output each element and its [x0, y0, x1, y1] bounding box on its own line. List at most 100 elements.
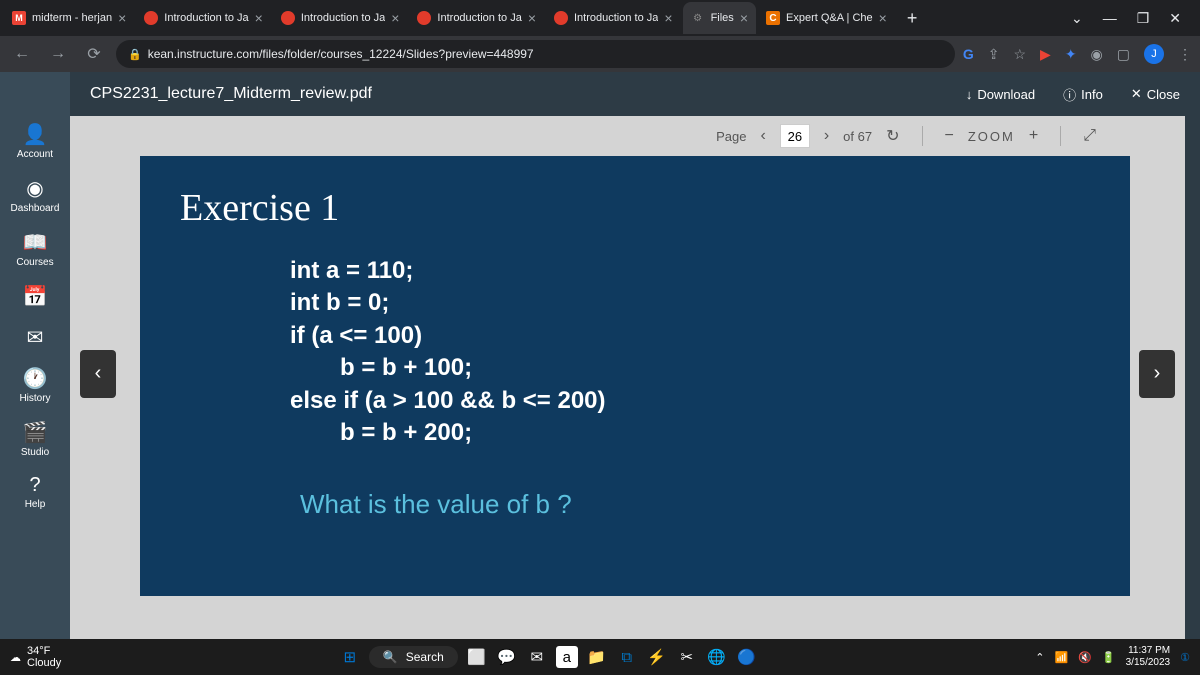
- next-slide-arrow[interactable]: ›: [1139, 350, 1175, 398]
- reload-button[interactable]: ⟳: [80, 44, 108, 64]
- share-icon[interactable]: ⇪: [988, 46, 1000, 63]
- tab-files-active[interactable]: ⚙ Files ×: [683, 2, 756, 34]
- help-icon: ?: [29, 474, 40, 497]
- rotate-button[interactable]: ↻: [882, 126, 903, 146]
- winamp-icon[interactable]: ⚡: [646, 646, 668, 668]
- prev-page-button[interactable]: ‹: [757, 127, 770, 145]
- sidebar-item-inbox[interactable]: ✉: [0, 317, 70, 358]
- zoom-in-button[interactable]: +: [1025, 127, 1042, 145]
- document-viewer: CPS2231_lecture7_Midterm_review.pdf ↓ Do…: [70, 72, 1200, 675]
- sidebar-label: Help: [25, 499, 46, 510]
- window-controls: ⌄ — ❐ ✕: [1056, 10, 1196, 27]
- next-page-button[interactable]: ›: [820, 127, 833, 145]
- system-tray: ⌃ 📶 🔇 🔋 11:37 PM 3/15/2023 ①: [1035, 645, 1190, 669]
- snip-icon[interactable]: ✂: [676, 646, 698, 668]
- close-icon[interactable]: ×: [528, 10, 536, 26]
- profile-avatar[interactable]: J: [1144, 44, 1164, 64]
- tab-gmail[interactable]: M midterm - herjan ×: [4, 2, 134, 34]
- close-icon[interactable]: ×: [664, 10, 672, 26]
- prev-slide-arrow[interactable]: ‹: [80, 350, 116, 398]
- close-icon[interactable]: ×: [391, 10, 399, 26]
- tab-chegg[interactable]: C Expert Q&A | Che ×: [758, 2, 895, 34]
- download-button[interactable]: ↓ Download: [966, 87, 1035, 102]
- canvas-icon: [144, 11, 158, 25]
- page-number-input[interactable]: [780, 124, 810, 148]
- close-icon[interactable]: ×: [740, 10, 748, 26]
- edge-icon[interactable]: 🌐: [706, 646, 728, 668]
- explorer-icon[interactable]: 📁: [586, 646, 608, 668]
- start-button[interactable]: ⊞: [339, 646, 361, 668]
- vscode-icon[interactable]: ⧉: [616, 646, 638, 668]
- tab-canvas-1[interactable]: Introduction to Ja ×: [136, 2, 271, 34]
- search-icon: 🔍: [383, 650, 398, 664]
- sidebar-item-calendar[interactable]: 📅: [0, 276, 70, 317]
- url-input[interactable]: 🔒 kean.instructure.com/files/folder/cour…: [116, 40, 955, 68]
- studio-icon: 🎬: [23, 420, 48, 445]
- maximize-icon[interactable]: ❐: [1137, 10, 1150, 27]
- code-line: if (a <= 100): [290, 320, 1090, 352]
- calendar-icon: 📅: [23, 284, 48, 309]
- zoom-label: ZOOM: [968, 129, 1015, 144]
- page-label: Page: [716, 129, 746, 144]
- close-icon[interactable]: ×: [879, 10, 887, 26]
- url-text: kean.instructure.com/files/folder/course…: [148, 47, 534, 61]
- tab-title: midterm - herjan: [32, 12, 112, 24]
- sidebar-item-account[interactable]: 👤 Account: [0, 114, 70, 168]
- address-bar: ← → ⟳ 🔒 kean.instructure.com/files/folde…: [0, 36, 1200, 72]
- slide-question: What is the value of b ?: [300, 489, 1090, 520]
- chrome-icon[interactable]: 🔵: [736, 646, 758, 668]
- relaunch-icon[interactable]: ◉: [1091, 46, 1103, 63]
- task-view-icon[interactable]: ⬜: [466, 646, 488, 668]
- sidebar-item-studio[interactable]: 🎬 Studio: [0, 412, 70, 466]
- date: 3/15/2023: [1126, 657, 1171, 669]
- fullscreen-button[interactable]: ⤢: [1079, 127, 1100, 145]
- reading-list-icon[interactable]: ▢: [1117, 46, 1130, 63]
- sidebar-item-history[interactable]: 🕐 History: [0, 358, 70, 412]
- volume-icon[interactable]: 🔇: [1078, 651, 1092, 664]
- canvas-sidebar: 👤 Account ◉ Dashboard 📖 Courses 📅 ✉ 🕐 Hi…: [0, 72, 70, 675]
- sidebar-label: Courses: [16, 257, 53, 268]
- page-content: 👤 Account ◉ Dashboard 📖 Courses 📅 ✉ 🕐 Hi…: [0, 72, 1200, 675]
- sidebar-item-courses[interactable]: 📖 Courses: [0, 222, 70, 276]
- minimize-icon[interactable]: —: [1103, 10, 1117, 27]
- battery-icon[interactable]: 🔋: [1102, 651, 1116, 664]
- close-icon[interactable]: ×: [255, 10, 263, 26]
- star-icon[interactable]: ☆: [1013, 46, 1026, 63]
- taskbar-search[interactable]: 🔍 Search: [369, 646, 458, 668]
- tray-expand-icon[interactable]: ⌃: [1035, 651, 1044, 664]
- code-block: int a = 110; int b = 0; if (a <= 100) b …: [290, 255, 1090, 449]
- chevron-down-icon[interactable]: ⌄: [1071, 10, 1083, 27]
- wifi-icon[interactable]: 📶: [1055, 651, 1069, 664]
- back-button[interactable]: ←: [8, 45, 36, 63]
- close-button[interactable]: ✕ Close: [1131, 86, 1180, 102]
- puzzle-icon[interactable]: ✦: [1065, 46, 1077, 63]
- clock[interactable]: 11:37 PM 3/15/2023: [1126, 645, 1171, 669]
- search-placeholder: Search: [406, 650, 444, 664]
- sidebar-item-help[interactable]: ? Help: [0, 466, 70, 518]
- chat-icon[interactable]: 💬: [496, 646, 518, 668]
- extension-icon[interactable]: ▶: [1040, 46, 1051, 63]
- amazon-icon[interactable]: a: [556, 646, 578, 668]
- page-scrollbar[interactable]: [1185, 72, 1200, 675]
- sidebar-label: Account: [17, 149, 53, 160]
- page-total: of 67: [843, 129, 872, 144]
- tab-canvas-4[interactable]: Introduction to Ja ×: [546, 2, 681, 34]
- tab-canvas-2[interactable]: Introduction to Ja ×: [273, 2, 408, 34]
- zoom-out-button[interactable]: −: [941, 127, 958, 145]
- browser-tab-strip: M midterm - herjan × Introduction to Ja …: [0, 0, 1200, 36]
- info-button[interactable]: ⓘ Info: [1063, 85, 1103, 104]
- document-toolbar: Page ‹ › of 67 ↻ − ZOOM + ⤢: [70, 116, 1200, 156]
- sidebar-item-dashboard[interactable]: ◉ Dashboard: [0, 168, 70, 222]
- notification-icon[interactable]: ①: [1180, 651, 1190, 664]
- mail-icon[interactable]: ✉: [526, 646, 548, 668]
- weather-widget[interactable]: ☁ 34°F Cloudy: [10, 645, 61, 669]
- close-icon[interactable]: ×: [118, 10, 126, 26]
- tab-title: Introduction to Ja: [164, 12, 248, 24]
- google-icon[interactable]: G: [963, 46, 974, 62]
- tab-canvas-3[interactable]: Introduction to Ja ×: [409, 2, 544, 34]
- new-tab-button[interactable]: +: [897, 8, 928, 29]
- temperature: 34°F: [27, 645, 61, 657]
- close-window-icon[interactable]: ✕: [1169, 10, 1181, 27]
- menu-icon[interactable]: ⋮: [1178, 46, 1192, 63]
- forward-button[interactable]: →: [44, 45, 72, 63]
